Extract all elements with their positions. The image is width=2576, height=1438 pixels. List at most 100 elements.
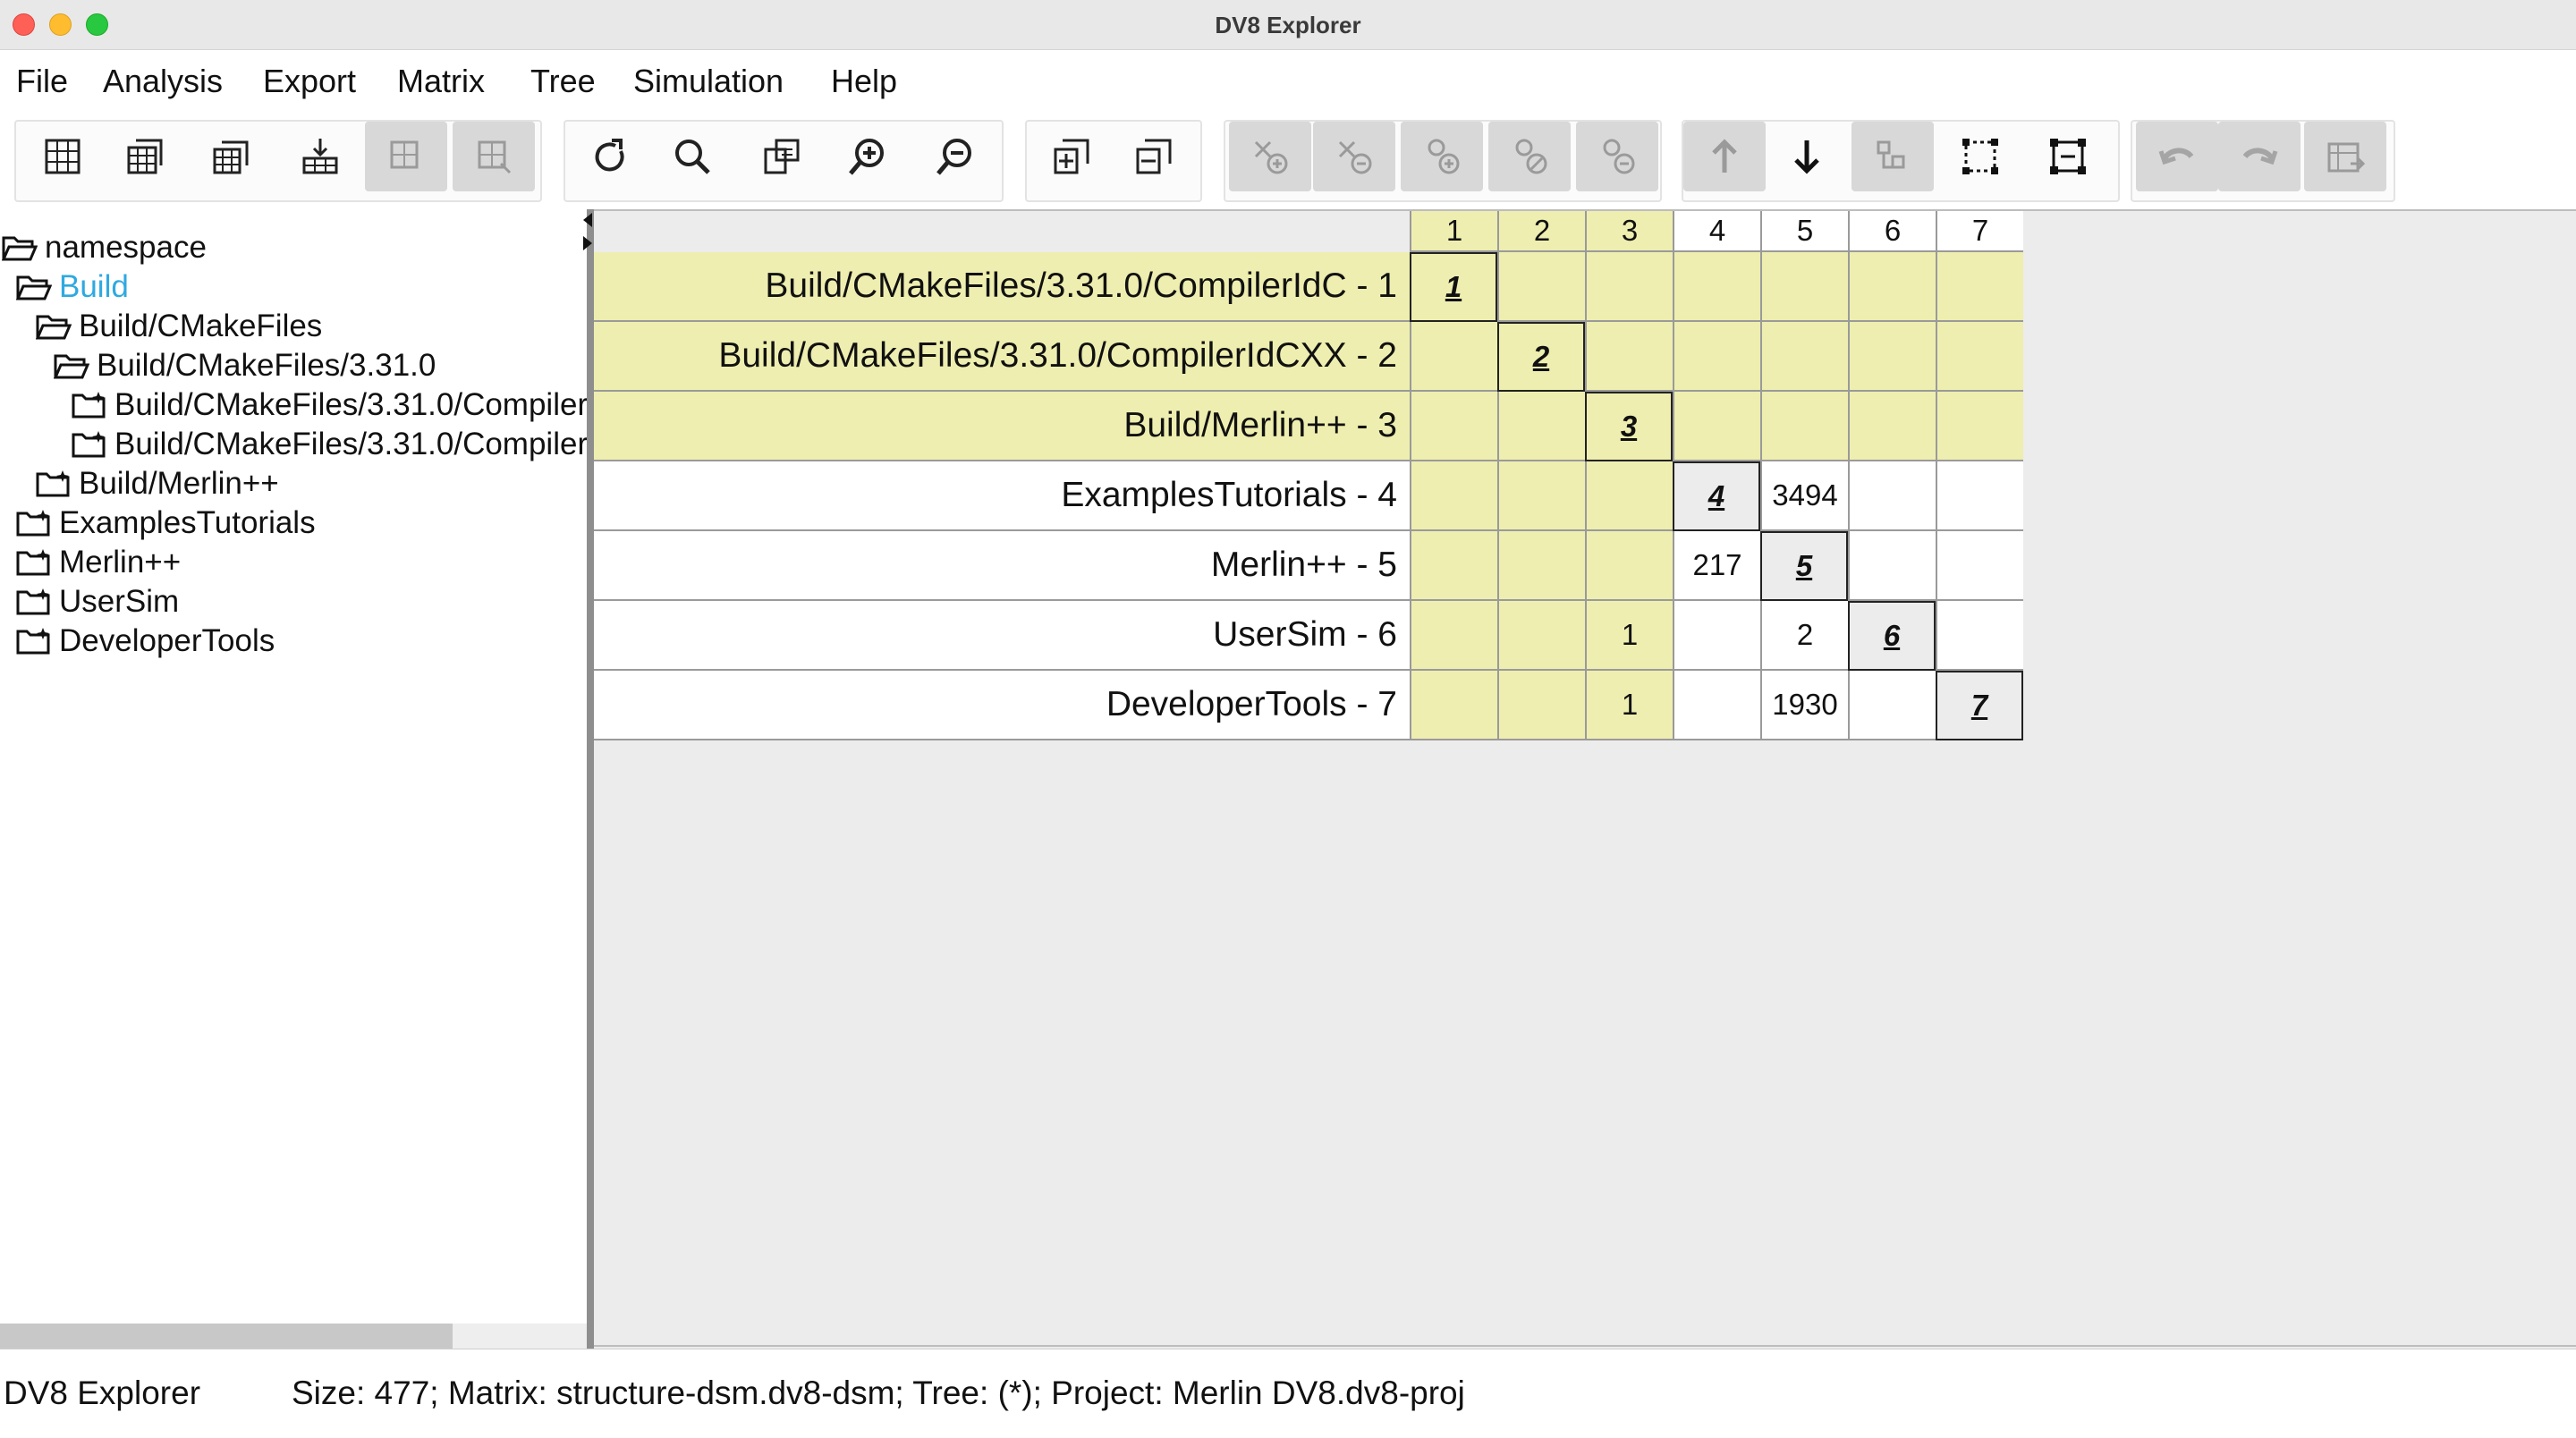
splitter-arrows-icon[interactable] [581, 211, 594, 254]
open-matrix-icon[interactable] [104, 122, 186, 191]
matrix-cell[interactable]: 1 [1585, 671, 1673, 740]
matrix-cell[interactable] [1497, 671, 1585, 740]
tree-horizontal-scrollbar[interactable] [0, 1324, 587, 1349]
cluster-icon[interactable] [1939, 122, 2021, 191]
matrix-cell[interactable] [1848, 531, 1936, 601]
menu-tree[interactable]: Tree [530, 63, 596, 100]
matrix-cell[interactable] [1936, 601, 2023, 671]
matrix-cell[interactable] [1497, 601, 1585, 671]
move-down-icon[interactable] [1766, 122, 1848, 191]
matrix-column-header[interactable]: 5 [1760, 211, 1848, 252]
matrix-cell[interactable] [1585, 252, 1673, 322]
matrix-cell[interactable] [1410, 461, 1497, 531]
matrix-diagonal-cell[interactable]: 6 [1848, 601, 1936, 671]
matrix-cell[interactable] [1848, 322, 1936, 392]
disabled-edit-node-icon[interactable] [1488, 122, 1571, 191]
matrix-row-label[interactable]: Merlin++ - 5 [594, 531, 1410, 601]
matrix-cell[interactable] [1936, 531, 2023, 601]
tree-scroll-thumb[interactable] [0, 1324, 453, 1349]
tree-node-namespace[interactable]: namespace [2, 229, 207, 266]
matrix-cell[interactable]: 1930 [1760, 671, 1848, 740]
split-cluster-icon[interactable] [2027, 122, 2109, 191]
menu-file[interactable]: File [16, 63, 68, 100]
matrix-diagonal-cell[interactable]: 5 [1760, 531, 1848, 601]
tree-node-compilerid-cxx[interactable]: Build/CMakeFiles/3.31.0/CompilerIdCXX [72, 426, 587, 463]
matrix-diagonal-cell[interactable]: 3 [1585, 392, 1673, 461]
matrix-cell[interactable] [1936, 392, 2023, 461]
matrix-cell[interactable] [1673, 671, 1760, 740]
matrix-cell[interactable] [1497, 392, 1585, 461]
tree-node-developertools[interactable]: DeveloperTools [16, 622, 275, 660]
expand-all-icon[interactable] [1030, 122, 1113, 191]
matrix-cell[interactable]: 2 [1760, 601, 1848, 671]
matrix-cell[interactable]: 1 [1585, 601, 1673, 671]
namespace-tree[interactable]: namespace Build Build/CMakeFiles Build/C… [0, 209, 587, 1349]
disabled-add-icon[interactable] [1229, 122, 1311, 191]
matrix-cell[interactable] [1673, 392, 1760, 461]
matrix-row-label[interactable]: Build/CMakeFiles/3.31.0/CompilerIdC - 1 [594, 252, 1410, 322]
refresh-icon[interactable] [569, 122, 651, 191]
search-icon[interactable] [651, 122, 733, 191]
disabled-export2-icon[interactable] [453, 122, 535, 191]
matrix-cell[interactable] [1497, 461, 1585, 531]
matrix-cell[interactable] [1410, 531, 1497, 601]
matrix-cell[interactable] [1760, 322, 1848, 392]
matrix-cell[interactable] [1585, 322, 1673, 392]
tree-node-build[interactable]: Build [16, 268, 129, 306]
matrix-diagonal-cell[interactable]: 7 [1936, 671, 2023, 740]
import-icon[interactable] [279, 122, 361, 191]
collapse-all-icon[interactable] [1113, 122, 1195, 191]
matrix-cell[interactable] [1410, 671, 1497, 740]
matrix-cell[interactable] [1410, 322, 1497, 392]
matrix-cell[interactable] [1673, 601, 1760, 671]
matrix-cell[interactable] [1585, 531, 1673, 601]
matrix-cell[interactable] [1410, 392, 1497, 461]
zoom-out-icon[interactable] [914, 122, 996, 191]
panel-splitter[interactable] [587, 209, 594, 1349]
tree-node-build-merlin[interactable]: Build/Merlin++ [36, 465, 279, 503]
matrix-grid-icon[interactable] [21, 122, 104, 191]
matrix-cell[interactable] [1848, 671, 1936, 740]
matrix-cell[interactable] [1673, 252, 1760, 322]
tree-node-merlin[interactable]: Merlin++ [16, 544, 181, 581]
disabled-remove-node-icon[interactable] [1576, 122, 1658, 191]
matrix-row-label[interactable]: Build/CMakeFiles/3.31.0/CompilerIdCXX - … [594, 322, 1410, 392]
matrix-column-header[interactable]: 4 [1673, 211, 1760, 252]
tree-node-build-cmakefiles-3310[interactable]: Build/CMakeFiles/3.31.0 [54, 347, 436, 385]
open-folder-icon[interactable] [190, 122, 272, 191]
matrix-column-header[interactable]: 3 [1585, 211, 1673, 252]
move-up-icon[interactable] [1683, 122, 1766, 191]
disabled-save-icon[interactable] [2304, 122, 2386, 191]
matrix-diagonal-cell[interactable]: 4 [1673, 461, 1760, 531]
tree-node-examplestutorials[interactable]: ExamplesTutorials [16, 504, 316, 542]
matrix-cell[interactable] [1848, 392, 1936, 461]
zoom-in-icon[interactable] [826, 122, 909, 191]
disabled-add-node-icon[interactable] [1401, 122, 1483, 191]
menu-help[interactable]: Help [831, 63, 897, 100]
menu-matrix[interactable]: Matrix [397, 63, 485, 100]
fit-window-icon[interactable] [741, 122, 823, 191]
matrix-row-label[interactable]: Build/Merlin++ - 3 [594, 392, 1410, 461]
disabled-undo-icon[interactable] [2136, 122, 2218, 191]
matrix-cell[interactable] [1497, 252, 1585, 322]
disabled-redo-icon[interactable] [2218, 122, 2301, 191]
matrix-cell[interactable] [1410, 601, 1497, 671]
matrix-cell[interactable]: 3494 [1760, 461, 1848, 531]
matrix-row-label[interactable]: DeveloperTools - 7 [594, 671, 1410, 740]
matrix-column-header[interactable]: 6 [1848, 211, 1936, 252]
matrix-cell[interactable] [1760, 252, 1848, 322]
matrix-cell[interactable] [1673, 322, 1760, 392]
menu-analysis[interactable]: Analysis [103, 63, 223, 100]
disabled-remove-icon[interactable] [1313, 122, 1395, 191]
tree-node-compilerid-c[interactable]: Build/CMakeFiles/3.31.0/CompilerIdC [72, 386, 587, 424]
matrix-column-header[interactable]: 2 [1497, 211, 1585, 252]
matrix-cell[interactable] [1848, 252, 1936, 322]
matrix-row-label[interactable]: UserSim - 6 [594, 601, 1410, 671]
matrix-cell[interactable] [1936, 322, 2023, 392]
matrix-cell[interactable] [1497, 531, 1585, 601]
matrix-cell[interactable] [1936, 461, 2023, 531]
tree-node-usersim[interactable]: UserSim [16, 583, 179, 621]
matrix-cell[interactable]: 217 [1673, 531, 1760, 601]
matrix-cell[interactable] [1760, 392, 1848, 461]
disabled-export-icon[interactable] [365, 122, 447, 191]
